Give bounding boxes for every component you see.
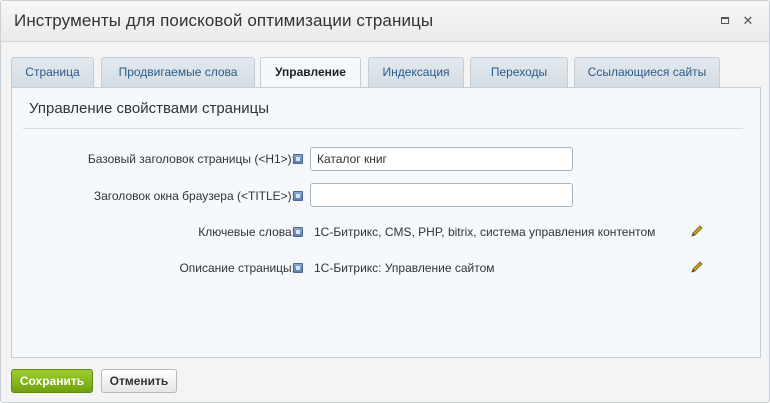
tab-indexing[interactable]: Индексация xyxy=(368,57,464,87)
h1-info-icon[interactable] xyxy=(293,154,303,164)
tab-bar: Страница Продвигаемые слова Управление И… xyxy=(11,57,761,88)
section-title: Управление свойствами страницы xyxy=(29,100,270,117)
description-label: Описание страницы: xyxy=(179,261,295,275)
edit-keywords-pencil-icon[interactable] xyxy=(690,224,704,238)
maximize-icon[interactable] xyxy=(718,14,732,28)
dialog-title: Инструменты для поисковой оптимизации ст… xyxy=(14,11,434,30)
save-button[interactable]: Сохранить xyxy=(11,369,93,393)
tab-page[interactable]: Страница xyxy=(11,57,94,87)
keywords-value: 1С-Битрикс, CMS, PHP, bitrix, система уп… xyxy=(314,225,656,239)
keywords-info-icon[interactable] xyxy=(293,227,303,237)
title-info-icon[interactable] xyxy=(293,191,303,201)
description-value: 1С-Битрикс: Управление сайтом xyxy=(314,261,495,275)
description-info-icon[interactable] xyxy=(293,263,303,273)
seo-tools-dialog: Инструменты для поисковой оптимизации ст… xyxy=(0,0,770,403)
tab-referring-sites[interactable]: Ссылающиеся сайты xyxy=(574,57,720,87)
section-divider xyxy=(23,128,743,129)
tab-management[interactable]: Управление xyxy=(260,57,361,88)
keywords-label: Ключевые слова: xyxy=(198,225,295,239)
cancel-button[interactable]: Отменить xyxy=(101,369,177,393)
h1-input[interactable] xyxy=(310,147,573,171)
close-icon[interactable]: ✕ xyxy=(741,14,755,28)
management-panel: Управление свойствами страницы Базовый з… xyxy=(11,87,761,358)
title-label: Заголовок окна браузера (<TITLE>): xyxy=(93,189,295,203)
dialog-titlebar[interactable]: Инструменты для поисковой оптимизации ст… xyxy=(1,1,769,42)
tab-promoted-words[interactable]: Продвигаемые слова xyxy=(101,57,255,87)
h1-label: Базовый заголовок страницы (<H1>): xyxy=(87,152,295,166)
title-input[interactable] xyxy=(310,183,573,207)
tab-transitions[interactable]: Переходы xyxy=(470,57,568,87)
edit-description-pencil-icon[interactable] xyxy=(690,260,704,274)
